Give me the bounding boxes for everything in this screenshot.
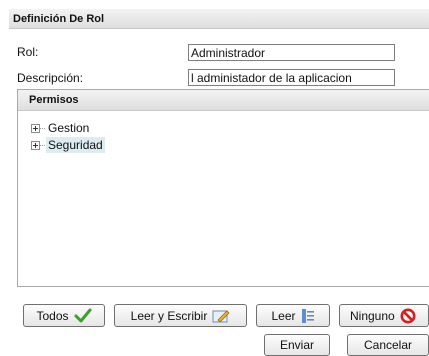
- todos-button[interactable]: Todos: [23, 304, 105, 327]
- tree-node-label[interactable]: Seguridad: [46, 137, 105, 153]
- descripcion-input[interactable]: [188, 69, 395, 86]
- todos-label: Todos: [36, 308, 69, 323]
- enviar-label: Enviar: [279, 338, 314, 352]
- rol-label: Rol:: [17, 45, 39, 59]
- cancelar-label: Cancelar: [363, 338, 413, 352]
- ninguno-button[interactable]: Ninguno: [339, 304, 429, 327]
- tree-node-label[interactable]: Gestion: [46, 120, 91, 136]
- permisos-title: Permisos: [29, 94, 79, 106]
- descripcion-label: Descripción:: [17, 71, 84, 85]
- leer-label: Leer: [271, 308, 296, 323]
- read-document-icon: [301, 308, 315, 324]
- cancelar-button[interactable]: Cancelar: [347, 334, 429, 356]
- panel-title: Definición De Rol: [13, 13, 105, 25]
- leer-button[interactable]: Leer: [256, 304, 330, 327]
- leer-escribir-label: Leer y Escribir: [130, 308, 208, 323]
- plus-expander-icon[interactable]: [31, 123, 40, 133]
- tree-node-gestion[interactable]: Gestion: [31, 120, 91, 136]
- panel-header: Definición De Rol: [9, 9, 429, 29]
- permisos-panel: Permisos Gestion Seguridad: [17, 89, 429, 287]
- rol-input[interactable]: [188, 44, 395, 61]
- leer-escribir-button[interactable]: Leer y Escribir: [114, 304, 247, 327]
- no-entry-icon: [400, 308, 416, 324]
- permisos-header: Permisos: [18, 90, 429, 111]
- plus-expander-icon[interactable]: [31, 140, 40, 150]
- tree-connector: [40, 127, 45, 129]
- edit-pencil-icon: [212, 309, 230, 323]
- enviar-button[interactable]: Enviar: [264, 334, 330, 356]
- tree-node-seguridad[interactable]: Seguridad: [31, 137, 105, 153]
- green-checkmark-icon: [74, 308, 92, 324]
- tree-connector: [40, 144, 45, 146]
- ninguno-label: Ninguno: [350, 308, 395, 323]
